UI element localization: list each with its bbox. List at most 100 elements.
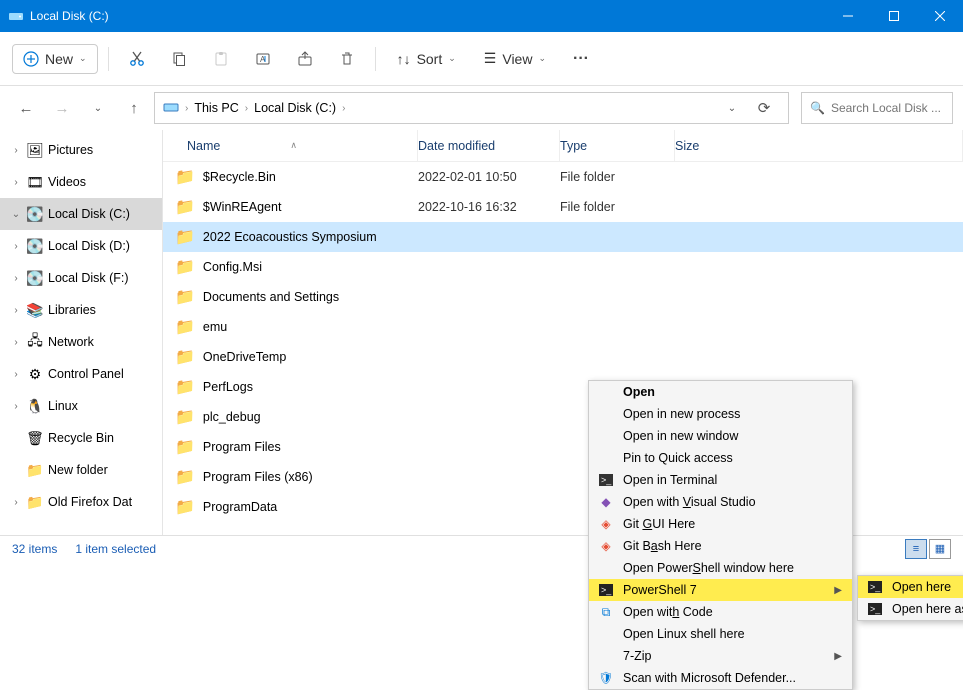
expand-icon[interactable]: ›: [10, 337, 22, 348]
ctx-git-gui[interactable]: ◈Git GUI Here: [589, 513, 852, 535]
file-list: Name∧ Date modified Type Size 📁$Recycle.…: [163, 130, 963, 535]
vscode-icon: ⧉: [597, 604, 615, 620]
address-bar[interactable]: › This PC › Local Disk (C:) › ⌄ ⟳: [154, 92, 789, 124]
tree-item[interactable]: ›⚙Control Panel: [0, 358, 162, 390]
sort-asc-icon: ∧: [290, 140, 297, 151]
ctx-open-visual-studio[interactable]: ◆Open with Visual Studio: [589, 491, 852, 513]
delete-button[interactable]: [329, 41, 365, 77]
tree-icon: 🐧: [26, 397, 44, 415]
col-size[interactable]: Size: [675, 130, 963, 161]
file-row[interactable]: 📁Documents and Settings: [163, 282, 963, 312]
tree-item[interactable]: ›🐧Linux: [0, 390, 162, 422]
expand-icon[interactable]: ›: [10, 497, 22, 508]
sort-button[interactable]: ↑↓ Sort ⌄: [386, 44, 467, 74]
back-button[interactable]: ←: [10, 92, 42, 124]
address-dropdown[interactable]: ⌄: [716, 92, 748, 124]
thumbnails-view-toggle[interactable]: ▦: [929, 539, 951, 559]
ctx-powershell-7[interactable]: >_PowerShell 7▶: [589, 579, 852, 601]
file-date: 2022-10-16 16:32: [418, 200, 560, 214]
forward-button[interactable]: →: [46, 92, 78, 124]
tree-item[interactable]: ›🖼Pictures: [0, 134, 162, 166]
close-button[interactable]: [917, 0, 963, 32]
maximize-button[interactable]: [871, 0, 917, 32]
tree-item[interactable]: ›💽Local Disk (D:): [0, 230, 162, 262]
up-button[interactable]: ↑: [118, 92, 150, 124]
ctx-open-powershell-window[interactable]: Open PowerShell window here: [589, 557, 852, 579]
ctx-open-new-window[interactable]: Open in new window: [589, 425, 852, 447]
folder-icon: 📁: [175, 347, 195, 367]
tree-item[interactable]: 📁New folder: [0, 454, 162, 486]
ctx-open-here[interactable]: >_Open here: [858, 576, 963, 598]
ctx-scan-defender[interactable]: 🛡Scan with Microsoft Defender...: [589, 667, 852, 689]
ctx-open-linux-shell[interactable]: Open Linux shell here: [589, 623, 852, 645]
powershell-icon: >_: [866, 601, 884, 617]
ctx-git-bash[interactable]: ◈Git Bash Here: [589, 535, 852, 557]
ctx-open[interactable]: Open: [589, 381, 852, 403]
breadcrumb-this-pc[interactable]: This PC: [194, 101, 238, 115]
ctx-open-new-process[interactable]: Open in new process: [589, 403, 852, 425]
submenu-arrow-icon: ▶: [834, 651, 842, 662]
folder-icon: 📁: [175, 407, 195, 427]
terminal-icon: >_: [597, 472, 615, 488]
tree-label: Local Disk (C:): [48, 207, 130, 221]
status-item-count: 32 items: [12, 542, 57, 556]
tree-item[interactable]: ›📚Libraries: [0, 294, 162, 326]
search-input[interactable]: [831, 101, 944, 115]
file-name: Program Files (x86): [203, 470, 313, 484]
new-button[interactable]: New ⌄: [12, 44, 98, 74]
tree-icon: 🎞: [26, 173, 44, 191]
tree-item[interactable]: ›📁Old Firefox Dat: [0, 486, 162, 518]
details-view-toggle[interactable]: ≡: [905, 539, 927, 559]
context-submenu-powershell7: >_Open here >_Open here as Administrator: [857, 575, 963, 621]
tree-item[interactable]: ›🖧Network: [0, 326, 162, 358]
file-row[interactable]: 📁emu: [163, 312, 963, 342]
ctx-pin-quick-access[interactable]: Pin to Quick access: [589, 447, 852, 469]
copy-button[interactable]: [161, 41, 197, 77]
file-row[interactable]: 📁Config.Msi: [163, 252, 963, 282]
file-name: $WinREAgent: [203, 200, 282, 214]
sort-icon: ↑↓: [397, 51, 411, 67]
expand-icon[interactable]: ›: [10, 273, 22, 284]
ctx-open-here-admin[interactable]: >_Open here as Administrator: [858, 598, 963, 620]
cut-button[interactable]: [119, 41, 155, 77]
expand-icon[interactable]: ›: [10, 145, 22, 156]
expand-icon[interactable]: ›: [10, 241, 22, 252]
tree-item[interactable]: ›💽Local Disk (F:): [0, 262, 162, 294]
rename-button[interactable]: A: [245, 41, 281, 77]
file-row[interactable]: 📁$Recycle.Bin2022-02-01 10:50File folder: [163, 162, 963, 192]
ctx-7zip[interactable]: 7-Zip▶: [589, 645, 852, 667]
file-row[interactable]: 📁OneDriveTemp: [163, 342, 963, 372]
file-row[interactable]: 📁$WinREAgent2022-10-16 16:32File folder: [163, 192, 963, 222]
more-button[interactable]: ···: [563, 41, 599, 77]
view-button[interactable]: ☰ View ⌄: [473, 43, 557, 74]
paste-button[interactable]: [203, 41, 239, 77]
tree-item[interactable]: 🗑Recycle Bin: [0, 422, 162, 454]
col-date[interactable]: Date modified: [418, 130, 560, 161]
tree-item[interactable]: ›🎞Videos: [0, 166, 162, 198]
svg-text:>_: >_: [870, 604, 881, 614]
recent-dropdown[interactable]: ⌄: [82, 92, 114, 124]
file-name: ProgramData: [203, 500, 277, 514]
drive-icon: [8, 8, 24, 24]
tree-item[interactable]: ⌄ 💽 Local Disk (C:): [0, 198, 162, 230]
expand-icon[interactable]: ›: [10, 401, 22, 412]
expand-icon[interactable]: ›: [10, 177, 22, 188]
nav-tree[interactable]: ›🖼Pictures›🎞Videos⌄💽Local Disk (C:)›💽Loc…: [0, 130, 163, 535]
expand-icon[interactable]: ⌄: [10, 209, 22, 220]
tree-icon: ⚙: [26, 365, 44, 383]
file-row[interactable]: 📁2022 Ecoacoustics Symposium: [163, 222, 963, 252]
tree-label: Pictures: [48, 143, 93, 157]
col-name[interactable]: Name∧: [163, 130, 418, 161]
expand-icon[interactable]: ›: [10, 369, 22, 380]
search-box[interactable]: 🔍: [801, 92, 953, 124]
ctx-open-with-code[interactable]: ⧉Open with Code: [589, 601, 852, 623]
tree-icon: 💽: [26, 205, 44, 223]
col-type[interactable]: Type: [560, 130, 675, 161]
expand-icon[interactable]: ›: [10, 305, 22, 316]
breadcrumb-drive[interactable]: Local Disk (C:): [254, 101, 336, 115]
ctx-open-terminal[interactable]: >_Open in Terminal: [589, 469, 852, 491]
refresh-button[interactable]: ⟳: [748, 92, 780, 124]
defender-icon: 🛡: [597, 670, 615, 686]
share-button[interactable]: [287, 41, 323, 77]
minimize-button[interactable]: [825, 0, 871, 32]
